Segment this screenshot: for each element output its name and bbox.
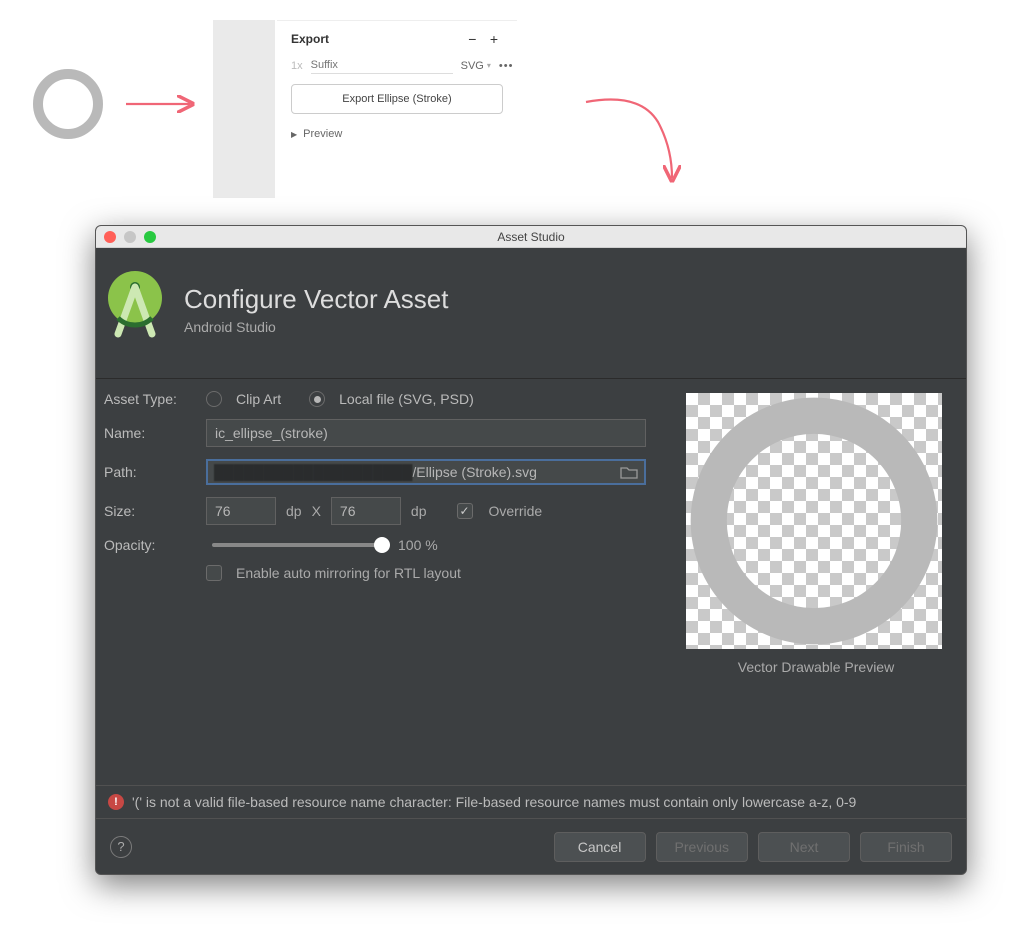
arrow-icon-right: [124, 92, 202, 116]
window-titlebar: Asset Studio: [96, 226, 966, 248]
rtl-checkbox[interactable]: [206, 565, 222, 581]
error-icon: !: [108, 794, 124, 810]
preview-caption: Vector Drawable Preview: [686, 659, 946, 675]
opacity-value: 100 %: [398, 537, 438, 553]
cancel-button[interactable]: Cancel: [554, 832, 646, 862]
size-height-input[interactable]: [331, 497, 401, 525]
window-title: Asset Studio: [96, 230, 966, 244]
radio-localfile[interactable]: [309, 391, 325, 407]
help-button[interactable]: ?: [110, 836, 132, 858]
android-studio-logo-icon: [104, 270, 166, 348]
arrow-icon-curve-down: [580, 82, 690, 192]
preview-ellipse-icon: [689, 396, 939, 646]
export-more-icon[interactable]: •••: [499, 60, 514, 72]
dialog-form: Asset Type: Clip Art Local file (SVG, PS…: [104, 391, 656, 675]
size-width-input[interactable]: [206, 497, 276, 525]
radio-localfile-label[interactable]: Local file (SVG, PSD): [339, 391, 474, 407]
source-ellipse-preview: [30, 66, 106, 142]
unit-dp-1: dp: [286, 503, 302, 519]
export-add-icon[interactable]: +: [485, 31, 503, 47]
error-message-bar: ! '(' is not a valid file-based resource…: [96, 785, 966, 818]
export-preview-label: Preview: [303, 128, 342, 140]
override-label[interactable]: Override: [489, 503, 543, 519]
next-button: Next: [758, 832, 850, 862]
export-remove-icon[interactable]: −: [463, 31, 481, 47]
finish-button: Finish: [860, 832, 952, 862]
radio-clipart[interactable]: [206, 391, 222, 407]
export-suffix-input[interactable]: [311, 57, 453, 74]
chevron-down-icon: ▾: [487, 61, 491, 70]
caret-right-icon: ▶: [291, 130, 297, 139]
opacity-slider[interactable]: [212, 543, 382, 547]
export-preview-toggle[interactable]: ▶ Preview: [291, 128, 503, 140]
opacity-label: Opacity:: [104, 537, 196, 553]
error-text: '(' is not a valid file-based resource n…: [132, 794, 856, 810]
path-input[interactable]: [412, 464, 614, 480]
asset-studio-dialog: Asset Studio Configure Vector Asset Andr…: [95, 225, 967, 875]
name-input[interactable]: [206, 419, 646, 447]
radio-clipart-label[interactable]: Clip Art: [236, 391, 281, 407]
previous-button: Previous: [656, 832, 748, 862]
name-label: Name:: [104, 425, 196, 441]
asset-type-label: Asset Type:: [104, 391, 196, 407]
export-format-dropdown[interactable]: SVG ▾: [461, 60, 491, 72]
override-checkbox[interactable]: [457, 503, 473, 519]
rtl-label[interactable]: Enable auto mirroring for RTL layout: [236, 565, 461, 581]
figma-right-rail-placeholder: [213, 20, 275, 198]
dialog-subtitle: Android Studio: [184, 319, 448, 335]
path-input-wrapper[interactable]: ████████████████████: [206, 459, 646, 485]
vector-preview-pane: Vector Drawable Preview: [686, 393, 946, 675]
vector-preview-canvas: [686, 393, 942, 649]
size-separator: X: [312, 503, 321, 519]
dialog-footer: ? Cancel Previous Next Finish: [96, 818, 966, 874]
export-title: Export: [291, 32, 329, 46]
path-label: Path:: [104, 464, 196, 480]
figma-export-panel: Export − + 1x SVG ▾ ••• Export Ellipse (…: [277, 20, 517, 148]
export-scale[interactable]: 1x: [291, 60, 303, 72]
opacity-slider-thumb[interactable]: [374, 537, 390, 553]
dialog-title: Configure Vector Asset: [184, 284, 448, 315]
dialog-banner: Configure Vector Asset Android Studio: [96, 248, 966, 379]
figma-export-area: Export − + 1x SVG ▾ ••• Export Ellipse (…: [0, 0, 1019, 225]
export-format-label: SVG: [461, 60, 484, 72]
folder-open-icon[interactable]: [620, 465, 638, 479]
unit-dp-2: dp: [411, 503, 427, 519]
export-button[interactable]: Export Ellipse (Stroke): [291, 84, 503, 114]
size-label: Size:: [104, 503, 196, 519]
path-obscured-prefix: ████████████████████: [214, 464, 412, 480]
